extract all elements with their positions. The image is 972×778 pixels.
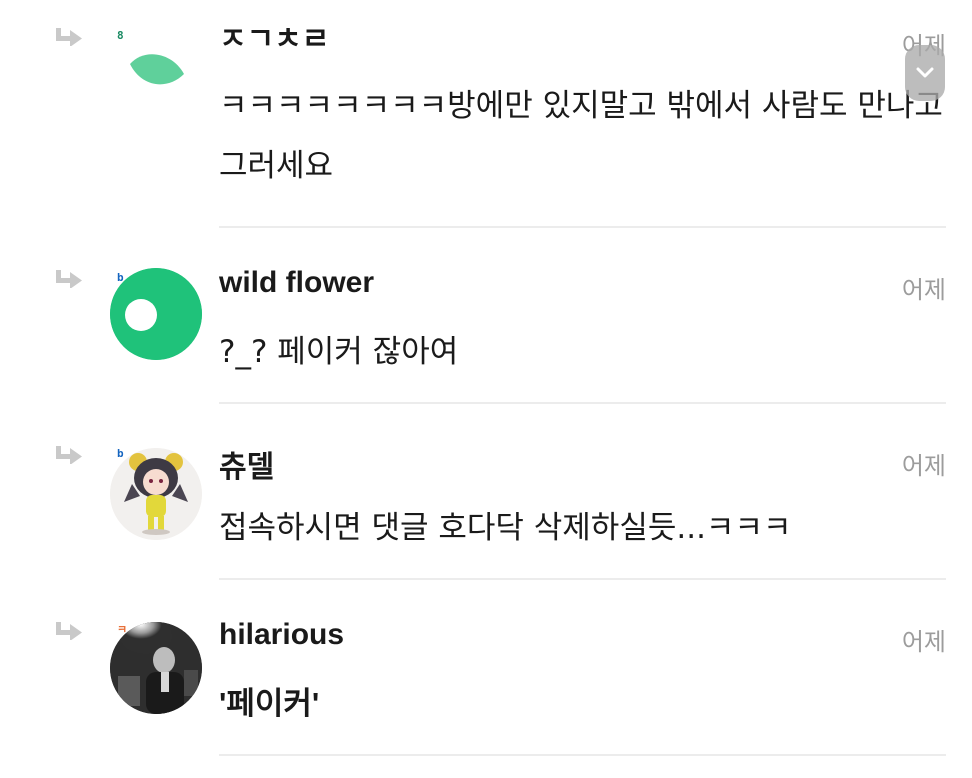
comment-text: 접속하시면 댓글 호다닥 삭제하실듯...ㅋㅋㅋ: [219, 510, 792, 546]
scroll-down-button[interactable]: [905, 45, 945, 101]
reply-arrow-icon: [56, 270, 82, 288]
reply-arrow-icon: [56, 446, 82, 464]
avatar[interactable]: [110, 28, 202, 120]
photo-icon: [110, 622, 202, 714]
comment-thread: 8 ㅈㄱㅊㄹ 어제 ㅋㅋㅋㅋㅋㅋㅋㅋ방에만 있지말고 밖에서 사람도 만나고 그…: [0, 0, 972, 778]
avatar[interactable]: [110, 622, 202, 714]
author-name[interactable]: ㅈㄱㅊㄹ: [219, 18, 329, 50]
level-badge: 8: [117, 29, 124, 42]
chevron-down-icon: [916, 67, 934, 78]
comment-item: 8 ㅈㄱㅊㄹ 어제 ㅋㅋㅋㅋㅋㅋㅋㅋ방에만 있지말고 밖에서 사람도 만나고 그…: [0, 0, 972, 228]
reply-arrow-icon: [56, 28, 82, 46]
comment-item: b wild flower 어제 ?_? 페이커 잖아여: [0, 228, 972, 404]
comment-text: '페이커': [219, 686, 320, 721]
avatar[interactable]: [110, 448, 202, 540]
author-name[interactable]: hilarious: [219, 618, 344, 652]
author-name[interactable]: wild flower: [219, 266, 374, 300]
comment-time: 어제: [901, 452, 946, 480]
leaf-icon: [130, 54, 184, 85]
comment-text: ?_? 페이커 잖아여: [219, 334, 459, 370]
level-badge: b: [117, 447, 124, 460]
author-name[interactable]: 츄델: [219, 442, 274, 486]
comment-time: 어제: [901, 276, 946, 304]
reply-arrow-icon: [56, 622, 82, 640]
comment-time: 어제: [901, 628, 946, 656]
comment-item: ㅋ hilarious 어제 '페이커': [0, 580, 972, 778]
circle-icon: [110, 268, 202, 360]
avatar[interactable]: [110, 268, 202, 360]
character-icon: [110, 448, 202, 540]
comment-item: b 츄델 어제 접속하시면 댓글 호다닥 삭제하실듯...ㅋㅋㅋ: [0, 404, 972, 580]
comment-text: ㅋㅋㅋㅋㅋㅋㅋㅋ방에만 있지말고 밖에서 사람도 만나고 그러세요: [219, 88, 943, 184]
divider: [219, 754, 946, 756]
